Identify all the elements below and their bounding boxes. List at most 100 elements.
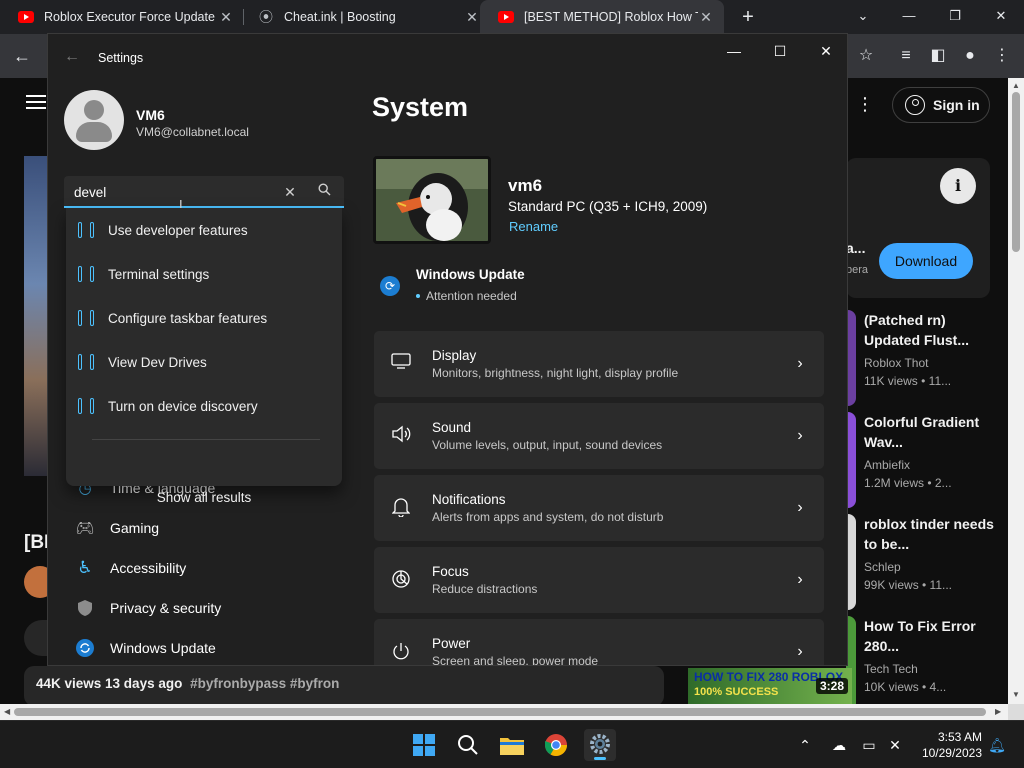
windows-update-title[interactable]: Windows Update: [416, 267, 525, 282]
weather-cloud-icon[interactable]: ☁: [830, 735, 848, 755]
device-model: Standard PC (Q35 + ICH9, 2009): [508, 199, 708, 214]
nav-item-accessibility[interactable]: ♿︎ Accessibility: [64, 550, 344, 586]
back-arrow-icon[interactable]: ←: [10, 44, 34, 68]
recommendation-item[interactable]: roblox tinder needs to be... Schlep 99K …: [846, 514, 1006, 610]
shield-icon: [76, 599, 94, 617]
video-duration: 3:28: [815, 678, 848, 694]
scroll-left-icon[interactable]: ◀: [4, 707, 10, 716]
settings-search-box[interactable]: ✕: [64, 176, 344, 208]
user-avatar[interactable]: [64, 90, 124, 150]
recommendation-title[interactable]: (Patched rn) Updated Flust...: [864, 310, 1004, 350]
close-icon[interactable]: ✕: [806, 38, 846, 64]
tab-close-icon[interactable]: ✕: [464, 9, 480, 26]
settings-window: ← Settings — ☐ ✕ VM6 VM6@collabnet.local…: [47, 33, 848, 666]
tab-search-icon[interactable]: ⌄: [840, 0, 886, 34]
recommendation-item[interactable]: How To Fix Error 280... Tech Tech 10K vi…: [846, 616, 1006, 704]
suggestion-label: Terminal settings: [108, 266, 210, 282]
recommendation-title[interactable]: roblox tinder needs to be...: [864, 514, 1004, 554]
suggestion-item[interactable]: Use developer features: [66, 210, 342, 250]
clear-search-icon[interactable]: ✕: [280, 182, 300, 202]
rename-link[interactable]: Rename: [509, 219, 558, 234]
minimize-icon[interactable]: —: [714, 38, 754, 64]
video-tags: #byfronbypass #byfron: [190, 676, 340, 691]
settings-card-display[interactable]: Display Monitors, brightness, night ligh…: [374, 331, 824, 397]
nav-item-gaming[interactable]: 🎮︎ Gaming: [64, 510, 344, 546]
search-icon[interactable]: [452, 729, 484, 761]
clock-date[interactable]: 10/29/2023: [914, 746, 982, 760]
scrollbar-thumb[interactable]: [14, 708, 986, 716]
suggestion-item[interactable]: View Dev Drives: [66, 342, 342, 382]
more-options-icon[interactable]: ⋮: [856, 92, 874, 116]
card-subtitle: Reduce distractions: [432, 582, 538, 596]
nav-item-windows-update[interactable]: Windows Update: [64, 630, 344, 665]
recommendation-thumbnail[interactable]: HOW TO FIX 280 ROBLOX 100% SUCCESS 3:28: [688, 668, 852, 704]
back-arrow-icon[interactable]: ←: [64, 48, 80, 66]
bookmark-star-icon[interactable]: ☆: [854, 44, 878, 68]
download-button[interactable]: Download: [879, 243, 973, 279]
browser-menu-icon[interactable]: ⋮: [990, 44, 1014, 68]
scroll-right-icon[interactable]: ▶: [995, 707, 1001, 716]
tab-title: Cheat.ink | Boosting: [284, 10, 396, 24]
tab-title: [BEST METHOD] Roblox How To: [524, 10, 698, 24]
tab-close-icon[interactable]: ✕: [698, 9, 714, 26]
suggestion-item[interactable]: Configure taskbar features: [66, 298, 342, 338]
youtube-icon: [498, 11, 514, 23]
recommendation-title[interactable]: How To Fix Error 280...: [864, 616, 1004, 656]
windows-update-icon[interactable]: ⟳: [380, 276, 400, 296]
browser-tab[interactable]: Roblox Executor Force Update B ✕: [0, 0, 244, 34]
tab-close-icon[interactable]: ✕: [218, 9, 234, 26]
maximize-icon[interactable]: ☐: [760, 38, 800, 64]
suggestion-item[interactable]: Terminal settings: [66, 254, 342, 294]
scroll-down-icon[interactable]: ▼: [1012, 690, 1020, 699]
bell-icon: [390, 497, 412, 519]
search-input[interactable]: [74, 181, 274, 203]
browser-tab-active[interactable]: [BEST METHOD] Roblox How To ✕: [480, 0, 724, 34]
side-panel-icon[interactable]: ◧: [926, 44, 950, 68]
video-description[interactable]: 44K views 13 days ago #byfronbypass #byf…: [24, 666, 664, 704]
windows-start-icon[interactable]: [408, 729, 440, 761]
profile-icon[interactable]: ●: [958, 44, 982, 68]
recommendation-title[interactable]: Colorful Gradient Wav...: [864, 412, 1004, 452]
restore-icon[interactable]: ❐: [932, 0, 978, 34]
network-icon[interactable]: ▭: [860, 735, 878, 755]
new-tab-icon[interactable]: +: [736, 5, 760, 29]
file-explorer-icon[interactable]: [496, 729, 528, 761]
recommendation-channel: Schlep: [864, 560, 901, 574]
clock-time[interactable]: 3:53 AM: [918, 730, 982, 744]
ad-card[interactable]: i a... pera Download: [846, 158, 990, 298]
chrome-icon[interactable]: [540, 729, 572, 761]
focus-icon: [390, 569, 412, 591]
settings-gear-icon[interactable]: [584, 729, 616, 761]
settings-card-focus[interactable]: Focus Reduce distractions ›: [374, 547, 824, 613]
horizontal-scrollbar[interactable]: ◀ ▶: [0, 704, 1008, 720]
monitor-icon: [390, 353, 412, 375]
chevron-right-icon: ›: [797, 571, 803, 588]
media-queue-icon[interactable]: ≡: [894, 44, 918, 68]
nav-label: Windows Update: [110, 640, 216, 656]
taskbar: ⌃ ☁ ▭ ✕ 3:53 AM 10/29/2023 🔔︎: [0, 720, 1024, 768]
scrollbar-thumb[interactable]: [1012, 92, 1020, 252]
volume-muted-icon[interactable]: ✕: [886, 735, 904, 755]
nav-item-privacy-security[interactable]: Privacy & security: [64, 590, 344, 626]
vertical-scrollbar[interactable]: ▲ ▼: [1008, 78, 1024, 704]
close-icon[interactable]: ✕: [978, 0, 1024, 34]
suggestion-item[interactable]: Turn on device discovery: [66, 386, 342, 426]
settings-card-sound[interactable]: Sound Volume levels, output, input, soun…: [374, 403, 824, 469]
chevron-up-icon[interactable]: ⌃: [796, 735, 814, 755]
search-icon[interactable]: [314, 182, 334, 202]
sign-in-button[interactable]: Sign in: [892, 87, 990, 123]
hamburger-menu-icon[interactable]: [26, 95, 46, 109]
recommendation-channel: Ambiefix: [864, 458, 911, 472]
info-icon[interactable]: i: [940, 168, 976, 204]
nav-label: Privacy & security: [110, 600, 222, 616]
minimize-icon[interactable]: —: [886, 0, 932, 34]
scroll-up-icon[interactable]: ▲: [1012, 81, 1020, 90]
settings-card-notifications[interactable]: Notifications Alerts from apps and syste…: [374, 475, 824, 541]
browser-tab[interactable]: ⦿ Cheat.ink | Boosting ✕: [240, 0, 490, 34]
recommendation-item[interactable]: (Patched rn) Updated Flust... Roblox Tho…: [846, 310, 1006, 406]
settings-card-power[interactable]: Power Screen and sleep, power mode ›: [374, 619, 824, 665]
notification-bell-icon[interactable]: 🔔︎: [988, 735, 1006, 755]
windows-update-status: Attention needed: [426, 289, 517, 303]
show-all-results-button[interactable]: Show all results: [66, 490, 342, 505]
recommendation-item[interactable]: Colorful Gradient Wav... Ambiefix 1.2M v…: [846, 412, 1006, 508]
